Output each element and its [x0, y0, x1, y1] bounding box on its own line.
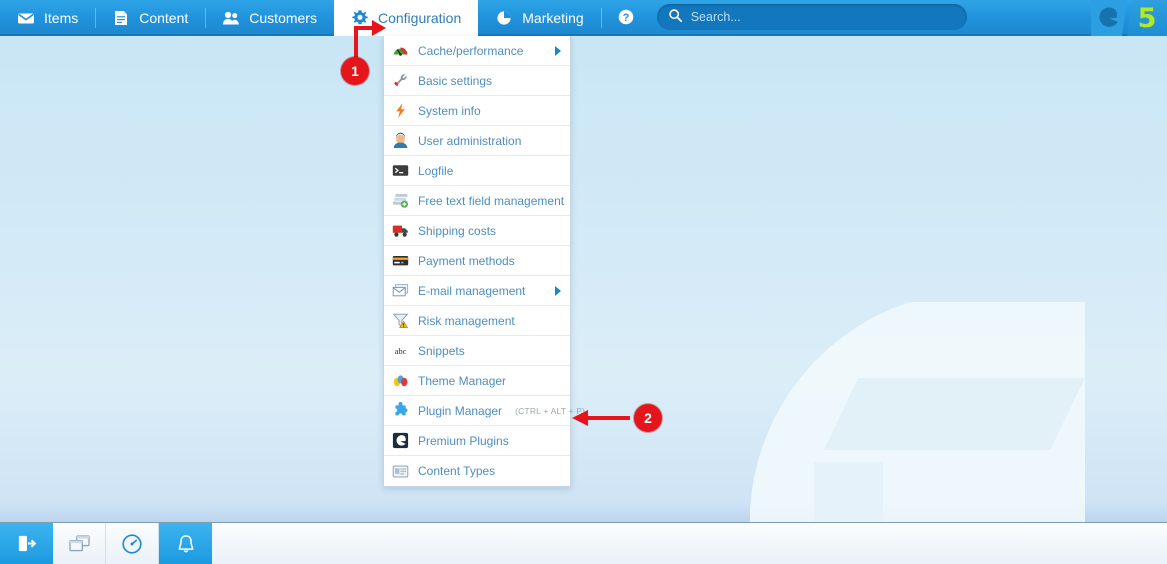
- bell-icon: [175, 533, 197, 555]
- nav-item-label: Items: [44, 10, 79, 26]
- menu-item-cache-performance[interactable]: Cache/performance: [384, 36, 570, 66]
- menu-item-logfile[interactable]: Logfile: [384, 156, 570, 186]
- contenttypes-icon: [392, 463, 409, 480]
- logout-icon: [16, 533, 37, 554]
- bolt-icon: [392, 102, 409, 119]
- global-search[interactable]: [656, 4, 967, 30]
- menu-item-shortcut: (CTRL + ALT + P): [515, 405, 586, 416]
- dashboard-icon: [121, 533, 143, 555]
- menu-item-label: Theme Manager: [418, 373, 507, 388]
- search-area: [656, 0, 967, 34]
- nav-item-label: Content: [139, 10, 189, 26]
- chevron-right-icon: [555, 285, 561, 296]
- svg-text:?: ?: [622, 12, 629, 24]
- nav-item-configuration[interactable]: Configuration: [333, 0, 479, 36]
- nav-item-label: Marketing: [522, 10, 584, 26]
- desktop-background: [0, 36, 1167, 522]
- envelope-icon: [392, 282, 409, 299]
- menu-item-risk-management[interactable]: Risk management: [384, 306, 570, 336]
- nav-separator: [205, 8, 207, 28]
- menu-item-payment-methods[interactable]: Payment methods: [384, 246, 570, 276]
- configuration-dropdown-menu: Cache/performance Basic settings System …: [383, 36, 585, 487]
- console-icon: [392, 162, 409, 179]
- menu-item-snippets[interactable]: abc Snippets: [384, 336, 570, 366]
- menu-item-label: Basic settings: [418, 73, 493, 88]
- menu-item-premium-plugins[interactable]: Premium Plugins: [384, 426, 570, 456]
- menu-item-label: Free text field management: [418, 193, 565, 208]
- shopware-dark-icon: [392, 432, 409, 449]
- menu-item-system-info[interactable]: System info: [384, 96, 570, 126]
- balloons-icon: [392, 372, 409, 389]
- help-button[interactable]: ?: [600, 0, 651, 34]
- menu-item-shipping-costs[interactable]: Shipping costs: [384, 216, 570, 246]
- taskbar-notifications-button[interactable]: [159, 523, 212, 564]
- menu-item-label: E-mail management: [418, 283, 526, 298]
- shopware-logo-icon: [1091, 0, 1127, 36]
- user-icon: [392, 132, 409, 149]
- svg-text:abc: abc: [395, 346, 407, 356]
- customers-icon: [222, 9, 240, 27]
- nav-item-label: Configuration: [377, 10, 462, 26]
- menu-item-label: Shipping costs: [418, 223, 497, 238]
- puzzle-icon: [392, 401, 409, 419]
- content-icon: [112, 9, 130, 27]
- nav-item-marketing[interactable]: Marketing: [478, 0, 600, 36]
- menu-item-label: User administration: [418, 133, 522, 148]
- menu-item-user-administration[interactable]: User administration: [384, 126, 570, 156]
- abc-icon: abc: [392, 342, 409, 359]
- taskbar-windows-button[interactable]: [53, 523, 106, 564]
- wrench-icon: [392, 72, 409, 89]
- search-icon: [668, 8, 683, 26]
- menu-item-basic-settings[interactable]: Basic settings: [384, 66, 570, 96]
- search-input[interactable]: [690, 10, 956, 24]
- menu-item-label: Payment methods: [418, 253, 515, 268]
- menu-item-label: System info: [418, 103, 481, 118]
- background-watermark: [750, 302, 1085, 522]
- nav-item-content[interactable]: Content: [95, 0, 205, 36]
- taskbar-logout-button[interactable]: [0, 523, 53, 564]
- gauge-icon: [392, 42, 409, 59]
- brand-logo: 5: [1091, 0, 1167, 36]
- nav-separator: [95, 8, 97, 28]
- menu-item-label: Content Types: [418, 464, 496, 478]
- menu-item-email-management[interactable]: E-mail management: [384, 276, 570, 306]
- truck-icon: [392, 222, 409, 239]
- menu-item-label: Cache/performance: [418, 43, 524, 58]
- nav-item-items[interactable]: Items: [0, 0, 95, 36]
- nav-item-customers[interactable]: Customers: [205, 0, 334, 36]
- menu-item-label: Plugin Manager: [418, 403, 503, 418]
- menu-item-plugin-manager[interactable]: Plugin Manager (CTRL + ALT + P): [384, 396, 585, 426]
- menu-item-content-types[interactable]: Content Types: [384, 456, 570, 486]
- formfields-icon: [392, 192, 409, 209]
- menu-item-theme-manager[interactable]: Theme Manager: [384, 366, 570, 396]
- menu-item-label: Logfile: [418, 163, 454, 178]
- taskbar-dashboard-button[interactable]: [106, 523, 159, 564]
- brand-version: 5: [1127, 0, 1167, 36]
- menu-item-label: Premium Plugins: [418, 433, 509, 448]
- creditcard-icon: [392, 252, 409, 269]
- top-navigation-bar: Items Content Customers Configuration Ma…: [0, 0, 1167, 36]
- nav-item-label: Customers: [249, 10, 317, 26]
- menu-item-label: Risk management: [418, 313, 515, 328]
- gear-icon: [351, 9, 369, 27]
- chevron-right-icon: [555, 45, 561, 56]
- items-icon: [17, 9, 35, 27]
- help-icon: ?: [617, 8, 635, 26]
- windows-icon: [68, 534, 91, 553]
- menu-item-free-text-field-management[interactable]: Free text field management: [384, 186, 570, 216]
- bottom-taskbar: [0, 522, 1167, 564]
- menu-item-label: Snippets: [418, 343, 465, 358]
- funnel-warn-icon: [392, 312, 409, 329]
- nav-separator: [600, 8, 602, 28]
- marketing-icon: [495, 9, 513, 27]
